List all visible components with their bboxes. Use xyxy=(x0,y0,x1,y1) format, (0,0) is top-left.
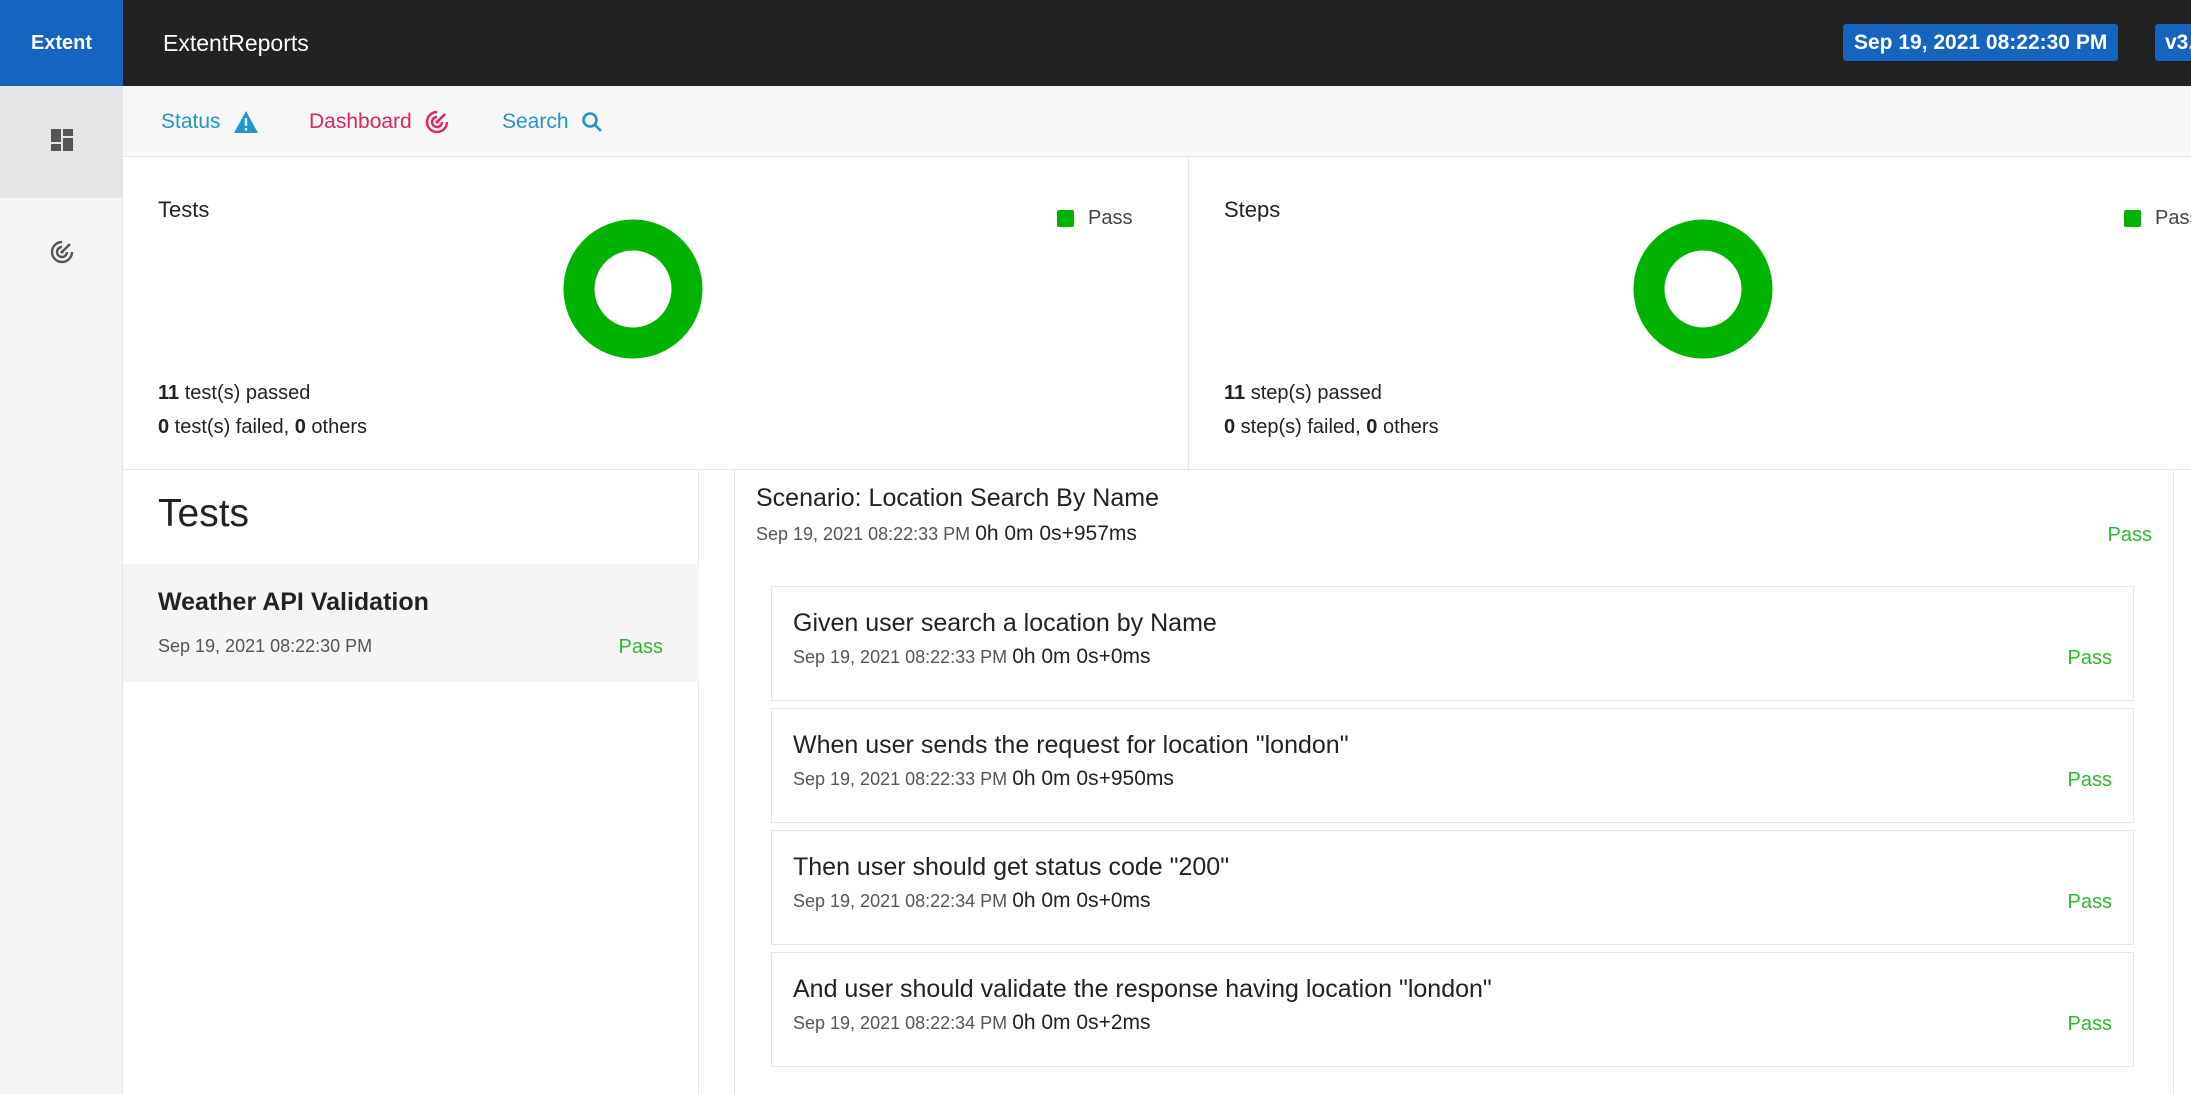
step-timestamp: Sep 19, 2021 08:22:33 PM xyxy=(793,647,1008,667)
step-meta: Sep 19, 2021 08:22:34 PM 0h 0m 0s+0ms xyxy=(793,889,1151,913)
scenario-status-badge: Pass xyxy=(2107,524,2152,546)
step-row: Then user should get status code "200" S… xyxy=(771,830,2134,945)
steps-passed-count: 11 xyxy=(1224,382,1246,404)
chart-legend: Pass xyxy=(1057,207,1132,230)
steps-others-text: others xyxy=(1377,416,1439,438)
step-status-badge: Pass xyxy=(2067,1013,2112,1035)
tests-failed-text: test(s) failed, xyxy=(169,416,295,438)
step-text: When user sends the request for location… xyxy=(793,731,1349,759)
test-list-item[interactable]: Weather API Validation Sep 19, 2021 08:2… xyxy=(123,564,699,682)
sub-nav: Status Dashboard Search xyxy=(123,86,2191,157)
donut-slice-pass xyxy=(1633,219,1773,359)
tests-donut-chart xyxy=(563,219,703,359)
test-name: Weather API Validation xyxy=(158,588,429,616)
step-status-badge: Pass xyxy=(2067,891,2112,913)
warning-icon xyxy=(233,110,259,134)
dashboard-label: Dashboard xyxy=(309,109,412,133)
tests-others-count: 0 xyxy=(294,416,306,438)
scenario-detail-panel: Scenario: Location Search By Name Sep 19… xyxy=(734,470,2174,1094)
step-text: Then user should get status code "200" xyxy=(793,853,1230,881)
chart-legend: Pass xyxy=(2124,207,2191,230)
tests-stat-card: Tests Pass 11 test(s) passed 0 test(s) f… xyxy=(123,157,1189,470)
legend-label-pass: Pass xyxy=(2155,207,2191,229)
steps-others-count: 0 xyxy=(1366,416,1378,438)
steps-passed-summary: 11 step(s) passed xyxy=(1224,382,1382,405)
tests-passed-text: test(s) passed xyxy=(179,382,311,404)
step-duration: 0h 0m 0s+0ms xyxy=(1012,645,1151,668)
step-duration: 0h 0m 0s+0ms xyxy=(1012,889,1151,912)
sidenav-item-dashboard[interactable] xyxy=(0,198,123,310)
step-row: And user should validate the response ha… xyxy=(771,952,2134,1067)
step-status-badge: Pass xyxy=(2067,769,2112,791)
test-timestamp: Sep 19, 2021 08:22:30 PM xyxy=(158,636,373,656)
step-row: Given user search a location by Name Sep… xyxy=(771,586,2134,701)
scenario-duration: 0h 0m 0s+957ms xyxy=(975,522,1137,545)
test-list-panel: Tests Weather API Validation Sep 19, 202… xyxy=(123,470,699,1094)
legend-swatch-pass xyxy=(2124,210,2141,227)
steps-donut-chart xyxy=(1633,219,1773,359)
scenario-meta: Sep 19, 2021 08:22:33 PM 0h 0m 0s+957ms xyxy=(756,522,1137,546)
dashboard-grid-icon xyxy=(50,128,74,157)
step-meta: Sep 19, 2021 08:22:33 PM 0h 0m 0s+950ms xyxy=(793,767,1174,791)
target-icon xyxy=(424,109,450,135)
tests-passed-summary: 11 test(s) passed xyxy=(158,382,310,405)
status-link[interactable]: Status xyxy=(161,86,259,157)
side-nav xyxy=(0,86,123,1094)
tests-failed-count: 0 xyxy=(158,416,170,438)
tests-passed-count: 11 xyxy=(158,382,180,404)
version-badge: v3. xyxy=(2155,24,2191,61)
logo[interactable]: Extent xyxy=(0,0,123,86)
target-icon xyxy=(49,239,75,270)
report-date-badge: Sep 19, 2021 08:22:30 PM xyxy=(1843,24,2119,61)
steps-passed-text: step(s) passed xyxy=(1245,382,1382,404)
legend-label-pass: Pass xyxy=(1088,207,1133,229)
legend-swatch-pass xyxy=(1057,210,1074,227)
brand-title: ExtentReports xyxy=(163,29,309,56)
step-text: And user should validate the response ha… xyxy=(793,975,1492,1003)
top-bar: Extent ExtentReports Sep 19, 2021 08:22:… xyxy=(0,0,2191,86)
step-timestamp: Sep 19, 2021 08:22:34 PM xyxy=(793,1013,1008,1033)
test-list-heading: Tests xyxy=(158,492,250,535)
step-timestamp: Sep 19, 2021 08:22:33 PM xyxy=(793,769,1008,789)
steps-stat-card: Steps Pass 11 step(s) passed 0 step(s) f… xyxy=(1189,157,2191,470)
step-duration: 0h 0m 0s+950ms xyxy=(1012,767,1174,790)
steps-failed-summary: 0 step(s) failed, 0 others xyxy=(1224,416,1439,439)
card-title: Steps xyxy=(1224,197,1281,222)
scenario-title: Scenario: Location Search By Name xyxy=(756,484,1159,512)
step-status-badge: Pass xyxy=(2067,647,2112,669)
dashboard-link[interactable]: Dashboard xyxy=(309,86,450,157)
step-row: When user sends the request for location… xyxy=(771,708,2134,823)
tests-others-text: others xyxy=(305,416,368,438)
search-icon xyxy=(581,111,603,133)
tests-failed-summary: 0 test(s) failed, 0 others xyxy=(158,416,367,439)
step-duration: 0h 0m 0s+2ms xyxy=(1012,1011,1151,1034)
sidenav-item-tests[interactable] xyxy=(0,86,123,198)
search-link[interactable]: Search xyxy=(502,86,603,157)
step-timestamp: Sep 19, 2021 08:22:34 PM xyxy=(793,891,1008,911)
status-label: Status xyxy=(161,109,221,133)
step-meta: Sep 19, 2021 08:22:34 PM 0h 0m 0s+2ms xyxy=(793,1011,1151,1035)
search-label: Search xyxy=(502,109,569,133)
steps-failed-text: step(s) failed, xyxy=(1235,416,1367,438)
scenario-timestamp: Sep 19, 2021 08:22:33 PM xyxy=(756,524,971,544)
test-status-badge: Pass xyxy=(618,636,663,658)
card-title: Tests xyxy=(158,197,210,222)
steps-failed-count: 0 xyxy=(1224,416,1236,438)
step-meta: Sep 19, 2021 08:22:33 PM 0h 0m 0s+0ms xyxy=(793,645,1151,669)
donut-slice-pass xyxy=(563,219,703,359)
step-text: Given user search a location by Name xyxy=(793,609,1217,637)
